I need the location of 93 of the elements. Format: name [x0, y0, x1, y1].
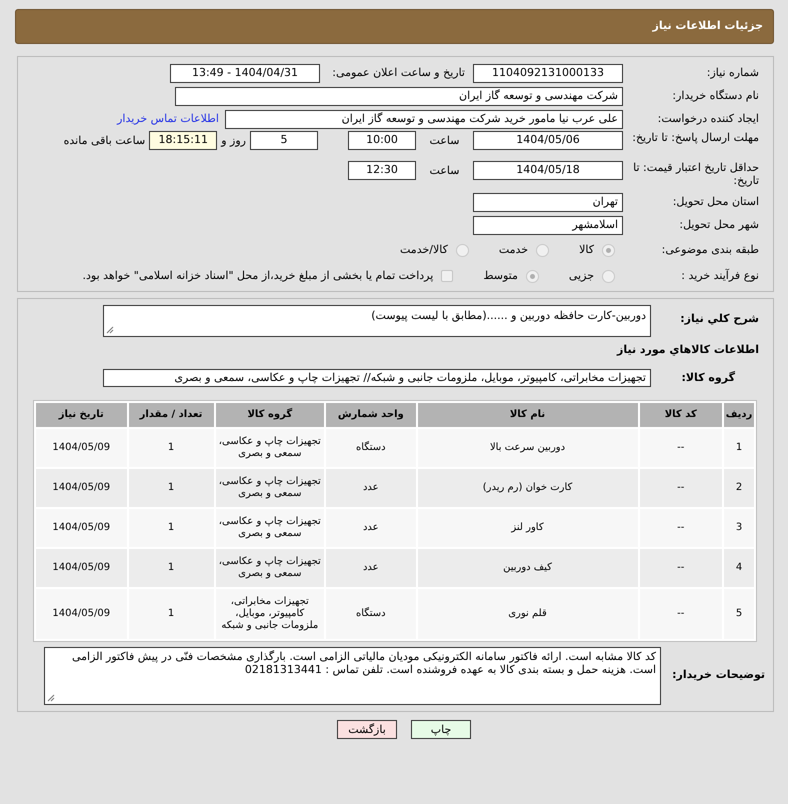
column-header: ردیف [724, 402, 754, 426]
table-cell: عدد [326, 468, 416, 506]
radio-button[interactable] [526, 270, 539, 282]
radio-button[interactable] [456, 244, 469, 256]
column-header: کد کالا [640, 402, 722, 426]
table-cell: 1 [128, 548, 214, 586]
field-label: استان محل تحویل: [672, 194, 760, 210]
radio-label: خدمت [498, 242, 528, 258]
radio-button[interactable] [602, 244, 615, 256]
input-field[interactable]: اسلامشهر [473, 216, 623, 235]
input-field[interactable]: شرکت مهندسی و توسعه گاز ایران [175, 87, 623, 106]
column-header: تاریخ نیاز [36, 402, 126, 426]
radio-label: جزیی [568, 268, 594, 284]
table-cell: 1 [128, 468, 214, 506]
field-label: ساعت باقی مانده [62, 133, 146, 149]
radio-label: کالا [579, 242, 594, 258]
description-textarea[interactable]: دوربین-کارت حافظه دوربین و ......(مطابق با لیست پیوست) [103, 305, 651, 337]
resize-grip-icon[interactable] [106, 326, 114, 334]
field-label: نوع فرآیند خرید : [680, 268, 760, 284]
table-cell: -- [640, 428, 722, 466]
goods-group-field[interactable]: تجهیزات مخابراتی، کامپیوتر، موبایل، ملزومات جانبی و شبکه// تجهیزات چاپ و عکاسی، سمعی و بصری [103, 369, 651, 387]
table-cell: کیف دوربین [418, 548, 638, 586]
field-label: مهلت ارسال پاسخ: تا تاریخ: [631, 131, 760, 144]
radio-label: کالا/خدمت [400, 242, 448, 258]
table-cell: 1404/05/09 [36, 508, 126, 546]
table-cell: 4 [724, 548, 754, 586]
table-cell: عدد [326, 508, 416, 546]
field-label: شهر محل تحویل: [678, 217, 760, 234]
field-label: حداقل تاریخ اعتبار قیمت: تا تاریخ: [632, 161, 760, 188]
checkbox-label: پرداخت تمام یا بخشی از مبلغ خرید،از محل "اسناد خزانه اسلامی" خواهد بود. [82, 268, 434, 284]
table-cell: 1404/05/09 [36, 468, 126, 506]
checkbox[interactable] [441, 270, 454, 282]
table-cell: -- [640, 508, 722, 546]
table-cell: تجهیزات چاپ و عکاسی، سمعی و بصری [216, 548, 324, 586]
table-cell: -- [640, 588, 722, 638]
input-field[interactable]: تهران [473, 193, 623, 212]
buyer-notes-textarea[interactable]: کد کالا مشابه است. ارائه فاکتور سامانه الکترونیکی مودیان مالیاتی الزامی است. بارگذاری مشخصات فنّی در پیش فاکتور الزامی است. هزینه حمل و بسته بندی کالا به عهده فروشنده است. تلفن تماس : 02181313441 [44, 646, 661, 704]
field-label: ساعت [428, 133, 460, 149]
table-cell: قلم نوری [418, 588, 638, 638]
input-field[interactable]: علی عرب نیا مامور خرید شرکت مهندسی و توسعه گاز ایران [225, 110, 623, 129]
field-label: توضیحات خریدار: [671, 667, 766, 684]
field-label: ایجاد کننده درخواست: [656, 111, 760, 128]
table-cell: کارت خوان (رم ریدر) [418, 468, 638, 506]
column-header: تعداد / مقدار [128, 402, 214, 426]
input-field[interactable]: 10:00 [348, 131, 416, 150]
table-cell: دستگاه [326, 588, 416, 638]
column-header: واحد شمارش [326, 402, 416, 426]
table-cell: 1404/05/09 [36, 548, 126, 586]
input-field[interactable]: 12:30 [348, 161, 416, 180]
section-heading: اطلاعات كالاهاي مورد نياز [617, 342, 760, 358]
radio-button[interactable] [602, 270, 615, 282]
buyer-contact-link[interactable]: اطلاعات تماس خریدار [117, 111, 219, 128]
input-field[interactable]: 18:15:11 [149, 131, 218, 150]
table-cell: 1404/05/09 [36, 588, 126, 638]
field-label: تاریخ و ساعت اعلان عمومی: [331, 65, 465, 82]
column-header: گروه کالا [216, 402, 324, 426]
table-cell: عدد [326, 548, 416, 586]
resize-grip-icon[interactable] [47, 694, 55, 702]
field-label: شماره نیاز: [706, 65, 760, 82]
input-field[interactable]: 1404/04/31 - 13:49 [170, 64, 320, 83]
field-label: نام دستگاه خریدار: [671, 88, 760, 104]
table-cell: دوربین سرعت بالا [418, 428, 638, 466]
table-cell: 1404/05/09 [36, 428, 126, 466]
table-cell: 5 [724, 588, 754, 638]
field-label: گروه کالا: [680, 370, 736, 386]
input-field[interactable]: 1404/05/18 [473, 161, 623, 180]
table-cell: 1 [128, 428, 214, 466]
table-cell: 2 [724, 468, 754, 506]
field-label: روز و [220, 133, 247, 149]
back-button[interactable]: بازگشت [337, 720, 397, 738]
radio-label: متوسط [483, 268, 518, 284]
table-cell: کاور لنز [418, 508, 638, 546]
page-title-bar: جزئیات اطلاعات نیاز [15, 9, 774, 44]
print-button[interactable]: چاپ [411, 720, 471, 738]
field-label: شرح كلي نياز: [679, 311, 760, 327]
table-cell: تجهیزات چاپ و عکاسی، سمعی و بصری [216, 468, 324, 506]
table-cell: 1 [128, 508, 214, 546]
field-label: طبقه بندی موضوعی: [660, 242, 760, 258]
table-cell: 1 [724, 428, 754, 466]
input-field[interactable]: 1404/05/06 [473, 131, 623, 150]
table-cell: 1 [128, 588, 214, 638]
column-header: نام کالا [418, 402, 638, 426]
input-field[interactable]: 1104092131000133 [473, 64, 623, 83]
table-cell: تجهیزات چاپ و عکاسی، سمعی و بصری [216, 428, 324, 466]
table-cell: -- [640, 468, 722, 506]
table-cell: -- [640, 548, 722, 586]
table-cell: دستگاه [326, 428, 416, 466]
table-cell: تجهیزات مخابراتی، کامپیوتر، موبایل، ملزومات جانبی و شبکه [216, 588, 324, 638]
table-cell: 3 [724, 508, 754, 546]
field-label: ساعت [428, 163, 460, 179]
table-cell: تجهیزات چاپ و عکاسی، سمعی و بصری [216, 508, 324, 546]
radio-button[interactable] [536, 244, 550, 256]
input-field[interactable]: 5 [250, 131, 318, 150]
